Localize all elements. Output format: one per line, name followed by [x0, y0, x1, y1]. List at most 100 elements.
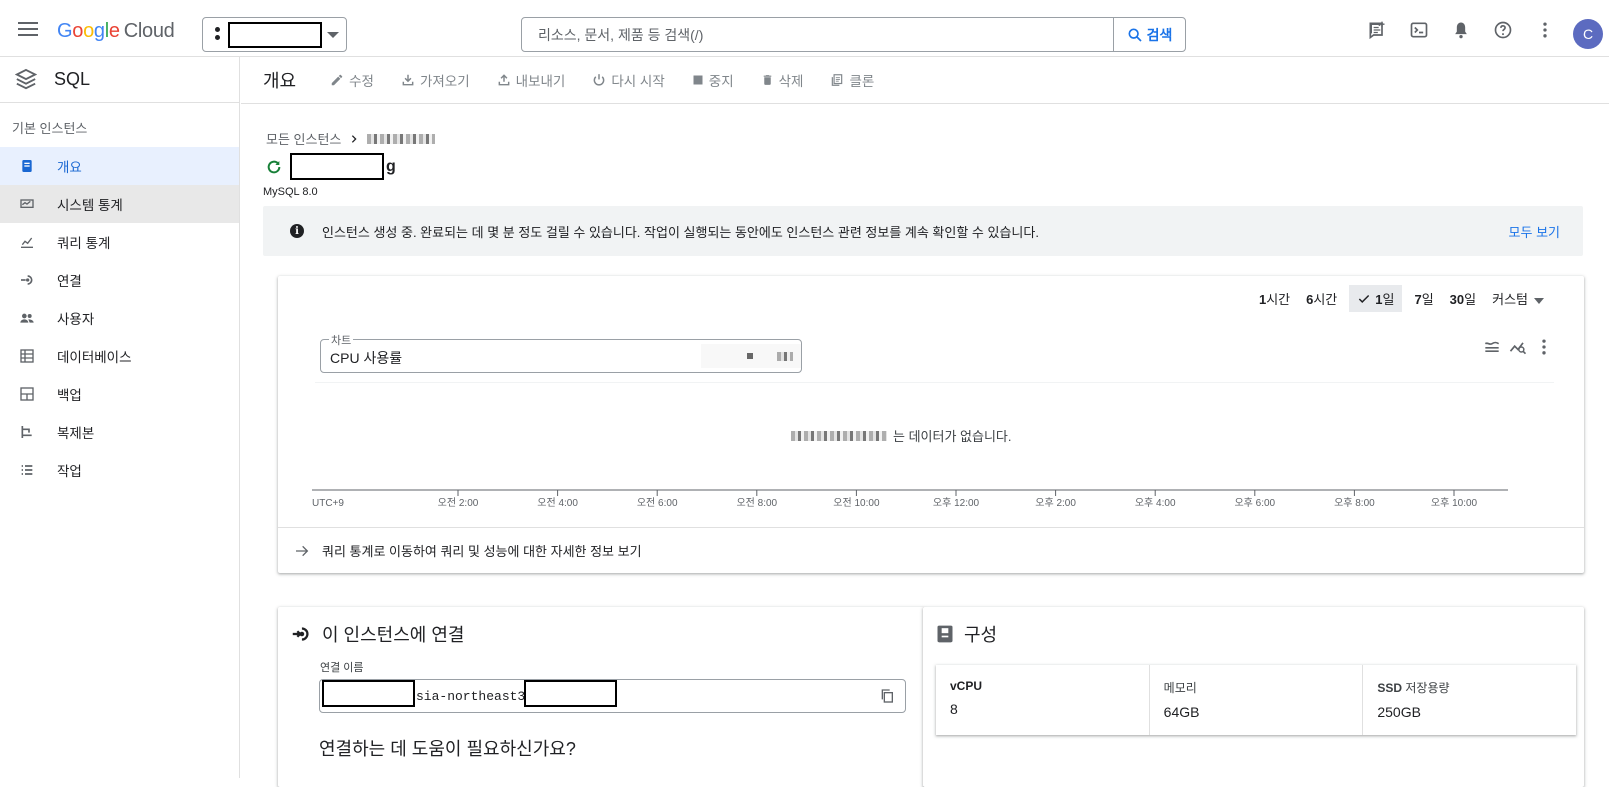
sidebar-item-operations[interactable]: 작업 [0, 451, 239, 489]
project-picker[interactable] [202, 17, 347, 52]
check-icon [1359, 294, 1370, 303]
hamburger-menu-icon[interactable] [18, 22, 38, 36]
chart-select-legend: 차트 [329, 332, 354, 348]
breadcrumb: 모든 인스턴스 [266, 129, 436, 148]
sidebar-item-system-insights[interactable]: 시스템 통계 [0, 185, 239, 223]
range-1-hour[interactable]: 1시간 [1255, 285, 1294, 312]
x-tick-label: 오후 8:00 [1334, 497, 1375, 509]
import-icon [402, 74, 414, 86]
range-1d-num: 1 [1375, 292, 1383, 307]
legend-toggle-icon[interactable] [1482, 337, 1502, 357]
x-tick-label: 오전 6:00 [637, 497, 678, 509]
sidebar-item-label: 사용자 [57, 312, 95, 327]
config-icon [937, 625, 953, 643]
sidebar-item-overview[interactable]: 개요 [0, 147, 239, 185]
spec-vcpu-value: 8 [950, 701, 958, 717]
delete-button[interactable]: 삭제 [761, 70, 804, 90]
x-tick-label: 오후 6:00 [1234, 497, 1275, 509]
redacted-no-data-prefix [791, 430, 887, 441]
range-1d-unit: 일 [1382, 292, 1395, 307]
sidebar-item-databases[interactable]: 데이터베이스 [0, 337, 239, 375]
range-7d-unit: 일 [1421, 292, 1434, 307]
help-icon[interactable] [1493, 20, 1513, 40]
x-tick-label: 오후 2:00 [1035, 497, 1076, 509]
sidebar-item-backups[interactable]: 백업 [0, 375, 239, 413]
replicas-icon [19, 424, 35, 440]
view-all-link[interactable]: 모두 보기 [1509, 222, 1560, 241]
redacted-select-area [701, 344, 801, 368]
explore-chart-icon[interactable] [1508, 337, 1528, 357]
connect-card-title: 이 인스턴스에 연결 [290, 621, 464, 647]
database-version: MySQL 8.0 [263, 186, 318, 198]
spec-storage-key-bold: SSD [1377, 681, 1403, 695]
feedback-icon[interactable] [1367, 20, 1387, 40]
action-bar: 개요 수정 가져오기 내보내기 다시 시작 중지 삭제 클론 [241, 57, 1609, 104]
range-7d-num: 7 [1414, 292, 1422, 307]
sidebar-item-users[interactable]: 사용자 [0, 299, 239, 337]
connection-name-label: 연결 이름 [320, 662, 364, 674]
spec-memory-key: 메모리 [1163, 681, 1197, 695]
search-button-label: 검색 [1146, 26, 1173, 43]
import-label: 가져오기 [419, 74, 470, 89]
avatar[interactable]: C [1573, 19, 1603, 49]
stop-button[interactable]: 중지 [692, 70, 734, 90]
range-custom[interactable]: 커스텀 [1488, 285, 1548, 312]
chart-select-value: CPU 사용률 [330, 350, 403, 366]
range-7-days[interactable]: 7일 [1410, 285, 1437, 312]
help-title: 연결하는 데 도움이 필요하신가요? [319, 739, 576, 759]
sidebar-item-connections[interactable]: 연결 [0, 261, 239, 299]
edit-button[interactable]: 수정 [330, 70, 374, 90]
range-1-day[interactable]: 1일 [1349, 285, 1403, 312]
instance-name-suffix: g [386, 157, 396, 175]
range-30d-num: 30 [1449, 292, 1465, 307]
chart-divider [315, 382, 1554, 383]
sidebar-item-label: 개요 [57, 160, 82, 175]
restart-button[interactable]: 다시 시작 [592, 70, 665, 90]
chart-metric-select[interactable]: 차트 CPU 사용률 [320, 332, 802, 373]
system-insights-icon [19, 196, 35, 212]
x-tick-label: 오후 12:00 [933, 497, 980, 509]
notifications-icon[interactable] [1451, 20, 1471, 40]
range-30-days[interactable]: 30일 [1446, 285, 1480, 312]
copy-icon[interactable] [879, 688, 895, 704]
range-6-hours[interactable]: 6시간 [1302, 285, 1341, 312]
product-name: SQL [54, 69, 91, 89]
connect-title-text: 이 인스턴스에 연결 [322, 625, 465, 645]
edit-label: 수정 [349, 74, 374, 89]
more-vert-icon[interactable] [1535, 20, 1555, 40]
spec-memory-value: 64GB [1163, 704, 1200, 720]
breadcrumb-all-instances[interactable]: 모든 인스턴스 [266, 129, 341, 148]
clone-button[interactable]: 클론 [830, 70, 874, 90]
x-tick-label: 오전 4:00 [537, 497, 578, 509]
stop-label: 중지 [708, 74, 734, 89]
spec-storage-key: SSD 저장용량 [1377, 679, 1562, 696]
configuration-card: 구성 vCPU 8 메모리 64GB SSD 저장용량 250GB [923, 607, 1584, 787]
search-button[interactable]: 검색 [1113, 18, 1185, 51]
cloud-shell-icon[interactable] [1409, 20, 1429, 40]
chart-more-vert-icon[interactable] [1534, 337, 1554, 357]
time-axis: UTC+9 오전 2:00 오전 4:00 오전 6:00 오전 8:00 오전 10:0… [312, 489, 1508, 509]
x-tick-label: 오후 10:00 [1431, 497, 1478, 509]
redacted-instance-id [524, 680, 617, 707]
query-insights-link[interactable]: 쿼리 통계로 이동하여 쿼리 및 성능에 대한 자세한 정보 보기 [278, 527, 1584, 573]
logo-cloud-text: Cloud [123, 20, 175, 42]
sidebar-item-query-insights[interactable]: 쿼리 통계 [0, 223, 239, 261]
delete-label: 삭제 [778, 74, 804, 89]
restart-label: 다시 시작 [611, 74, 665, 89]
export-button[interactable]: 내보내기 [497, 70, 565, 90]
google-cloud-logo[interactable]: Google Cloud [57, 20, 175, 43]
x-tick-label: 오전 2:00 [438, 497, 479, 509]
sidebar-item-label: 연결 [57, 274, 82, 289]
connection-name-field[interactable]: sia-northeast3 [319, 679, 906, 713]
banner-message: 인스턴스 생성 중. 완료되는 데 몇 분 정도 걸릴 수 있습니다. 작업이 … [322, 224, 1039, 240]
search-input[interactable] [522, 18, 1113, 51]
pencil-icon [331, 74, 343, 86]
range-6h-unit: 시간 [1313, 292, 1338, 307]
sidebar-item-replicas[interactable]: 복제본 [0, 413, 239, 451]
dropdown-arrow-icon [1534, 297, 1544, 304]
search-icon [1128, 28, 1142, 42]
config-card-title: 구성 [936, 621, 997, 647]
connect-card: 이 인스턴스에 연결 연결 이름 sia-northeast3 연결하는 데 도… [278, 607, 924, 787]
project-icon [215, 27, 221, 43]
import-button[interactable]: 가져오기 [401, 70, 470, 90]
